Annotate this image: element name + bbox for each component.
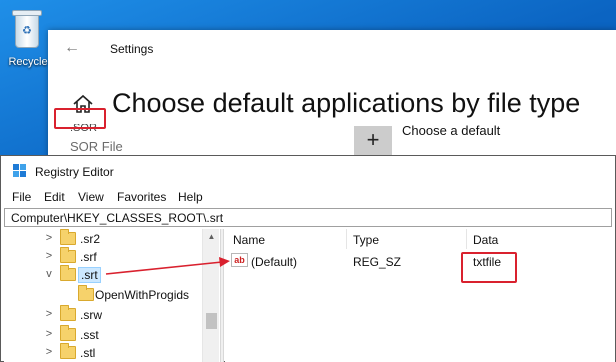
expand-chevron-icon[interactable]: > xyxy=(44,232,54,244)
tree-item-label: .srw xyxy=(80,308,102,322)
window-title: Registry Editor xyxy=(35,165,114,179)
registry-editor-window: Registry Editor File Edit View Favorites… xyxy=(0,155,616,362)
annotation-box-srt xyxy=(54,108,106,129)
tree-item-srf[interactable]: > .srf xyxy=(4,247,202,267)
folder-icon xyxy=(60,343,76,359)
tree-item-sr2[interactable]: > .sr2 xyxy=(4,229,202,249)
tree-item-label: OpenWithProgids xyxy=(95,288,190,302)
tree-item-sst[interactable]: > .sst xyxy=(4,325,202,345)
recycle-bin-label: Recycle xyxy=(8,56,48,68)
address-bar[interactable]: Computer\HKEY_CLASSES_ROOT\.srt xyxy=(4,208,612,227)
file-type-description: SOR File xyxy=(70,139,123,154)
tree-item-stl[interactable]: > .stl xyxy=(4,343,202,362)
annotation-box-data xyxy=(461,252,517,283)
folder-icon xyxy=(60,325,76,341)
tree-item-openwithprogids[interactable]: OpenWithProgids xyxy=(4,285,202,305)
menu-bar: File Edit View Favorites Help xyxy=(1,187,615,207)
menu-help[interactable]: Help xyxy=(178,190,203,204)
tree-item-label: .srt xyxy=(78,267,101,283)
column-divider[interactable] xyxy=(466,229,467,249)
collapse-chevron-icon[interactable]: v xyxy=(44,268,54,280)
key-tree[interactable]: > .sr2 > .srf v .srt OpenWithProgids > .… xyxy=(4,229,220,362)
menu-view[interactable]: View xyxy=(78,190,104,204)
folder-icon xyxy=(78,285,94,301)
tree-item-srt[interactable]: v .srt xyxy=(4,265,202,285)
tree-item-label: .sr2 xyxy=(80,232,101,246)
recycle-bin-shortcut[interactable]: ♻ Recycle xyxy=(4,8,50,68)
menu-edit[interactable]: Edit xyxy=(44,190,65,204)
value-type: REG_SZ xyxy=(353,255,402,269)
tree-item-label: .srf xyxy=(80,250,97,264)
folder-icon xyxy=(60,229,76,245)
scroll-up-arrow-icon[interactable]: ▲ xyxy=(203,229,220,245)
values-list[interactable]: Name Type Data ab (Default) REG_SZ txtfi… xyxy=(225,229,615,362)
registry-editor-icon xyxy=(13,164,26,177)
tree-item-label: .stl xyxy=(80,346,96,360)
folder-icon xyxy=(60,247,76,263)
expand-chevron-icon[interactable]: > xyxy=(44,250,54,262)
title-bar[interactable]: Registry Editor xyxy=(1,156,615,186)
folder-icon xyxy=(60,265,76,281)
string-value-icon: ab xyxy=(231,253,248,267)
settings-window: ← Settings Choose default applications b… xyxy=(48,30,616,170)
tree-scrollbar[interactable]: ▲ xyxy=(202,229,219,362)
expand-chevron-icon[interactable]: > xyxy=(44,346,54,358)
page-title: Choose default applications by file type xyxy=(112,88,581,118)
menu-favorites[interactable]: Favorites xyxy=(117,190,166,204)
tree-item-label: .sst xyxy=(80,328,99,342)
back-arrow-icon[interactable]: ← xyxy=(64,40,82,56)
value-name: (Default) xyxy=(251,255,298,269)
pane-splitter[interactable] xyxy=(220,229,224,362)
recycle-bin-icon: ♻ xyxy=(12,8,42,50)
tree-item-srw[interactable]: > .srw xyxy=(4,305,202,325)
settings-app-title: Settings xyxy=(110,42,154,56)
add-default-app-button[interactable]: + xyxy=(354,126,392,156)
table-row[interactable]: ab (Default) REG_SZ txtfile xyxy=(225,251,615,271)
column-header-data[interactable]: Data xyxy=(473,233,498,247)
expand-chevron-icon[interactable]: > xyxy=(44,308,54,320)
choose-default-label: Choose a default xyxy=(402,123,501,138)
column-divider[interactable] xyxy=(346,229,347,249)
folder-icon xyxy=(60,305,76,321)
column-header-name[interactable]: Name xyxy=(233,233,265,247)
menu-file[interactable]: File xyxy=(12,190,31,204)
expand-chevron-icon[interactable]: > xyxy=(44,328,54,340)
column-header-type[interactable]: Type xyxy=(353,233,379,247)
scrollbar-thumb[interactable] xyxy=(206,313,217,329)
